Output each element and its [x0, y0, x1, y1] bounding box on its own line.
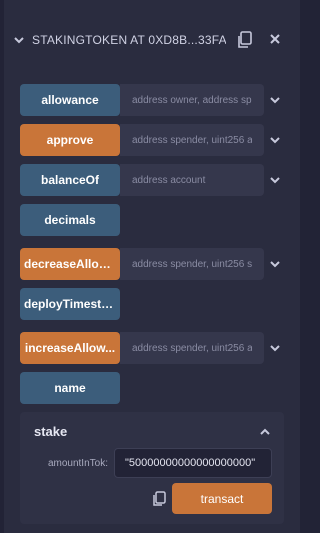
allowance-button[interactable]: allowance [20, 84, 120, 116]
function-row-name: name [20, 372, 284, 404]
stake-expanded-form: stake amountInTok: transact [20, 412, 284, 524]
chevron-down-icon[interactable] [268, 173, 282, 187]
chevron-down-icon[interactable] [268, 133, 282, 147]
chevron-down-icon[interactable] [268, 93, 282, 107]
decimals-button[interactable]: decimals [20, 204, 120, 236]
copy-icon[interactable] [152, 491, 166, 507]
decreaseallowance-input[interactable] [120, 248, 264, 280]
deployed-contract-panel: STAKINGTOKEN AT 0XD8B...33FA8 (M allowan… [0, 0, 300, 533]
balanceof-button[interactable]: balanceOf [20, 164, 120, 196]
increaseallowance-button[interactable]: increaseAllow... [20, 332, 120, 364]
allowance-input[interactable] [120, 84, 264, 116]
function-row-balanceof: balanceOf [20, 164, 284, 196]
stake-title: stake [34, 424, 68, 439]
approve-button[interactable]: approve [20, 124, 120, 156]
chevron-down-icon[interactable] [268, 257, 282, 271]
decreaseallowance-button[interactable]: decreaseAllow... [20, 248, 120, 280]
increaseallowance-input[interactable] [120, 332, 264, 364]
contract-header[interactable]: STAKINGTOKEN AT 0XD8B...33FA8 (M [4, 22, 300, 58]
function-row-allowance: allowance [20, 84, 284, 116]
chevron-down-icon[interactable] [12, 33, 26, 47]
name-button[interactable]: name [20, 372, 120, 404]
function-row-decimals: decimals [20, 204, 284, 236]
amount-input[interactable] [114, 448, 272, 478]
balanceof-input[interactable] [120, 164, 264, 196]
function-row-approve: approve [20, 124, 284, 156]
chevron-up-icon[interactable] [258, 425, 272, 439]
function-row-decreaseallowance: decreaseAllow... [20, 248, 284, 280]
contract-title: STAKINGTOKEN AT 0XD8B...33FA8 (M [32, 33, 226, 47]
deploytimestamp-button[interactable]: deployTimesta... [20, 288, 120, 320]
close-icon[interactable] [269, 33, 281, 45]
function-row-deploytimestamp: deployTimesta... [20, 288, 284, 320]
amount-param-label: amountInTok: [47, 458, 108, 469]
approve-input[interactable] [120, 124, 264, 156]
chevron-down-icon[interactable] [268, 341, 282, 355]
transact-button[interactable]: transact [172, 483, 272, 514]
copy-icon[interactable] [236, 31, 252, 49]
function-row-increaseallowance: increaseAllow... [20, 332, 284, 364]
